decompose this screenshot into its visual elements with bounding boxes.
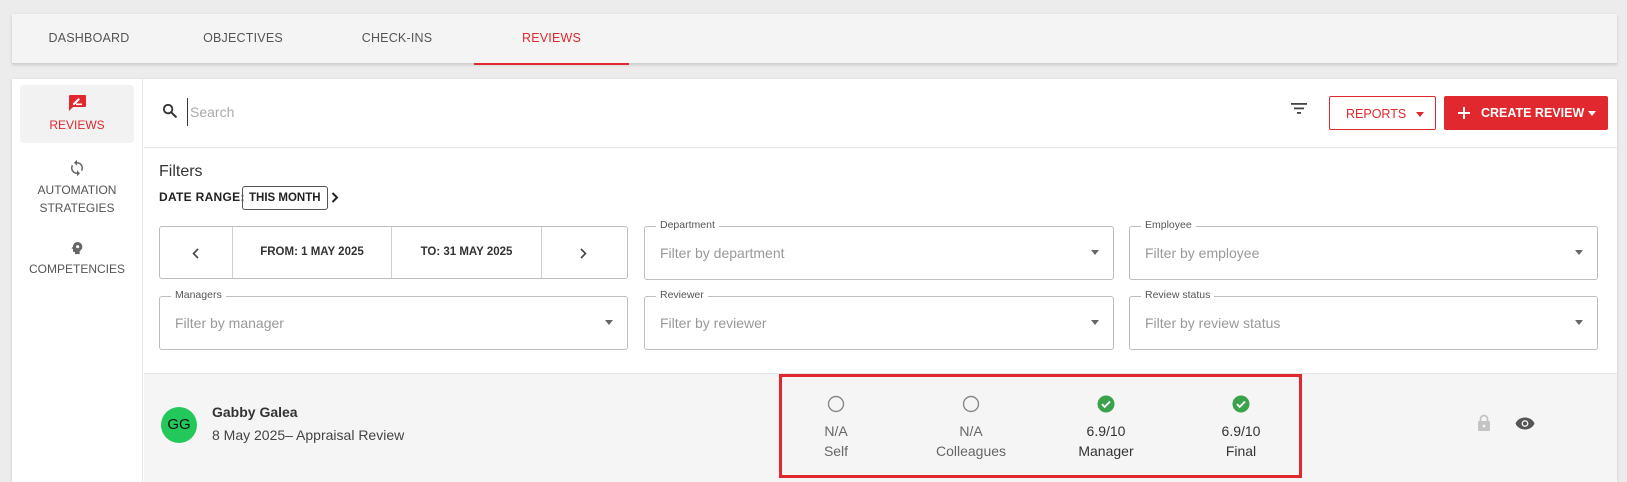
radio-unchecked-icon: [827, 395, 845, 413]
sidebar-item-competencies[interactable]: COMPETENCIES: [20, 238, 134, 282]
caret-down-icon: [1575, 320, 1583, 325]
score-final: 6.9/10 Final: [1186, 395, 1296, 461]
top-tab-bar: DASHBOARD OBJECTIVES CHECK-INS REVIEWS: [12, 14, 1617, 65]
score-label: Colleagues: [935, 443, 1007, 459]
reports-button[interactable]: REPORTS: [1329, 96, 1436, 130]
check-circle-icon: [1232, 395, 1250, 413]
reports-button-label: REPORTS: [1346, 107, 1407, 121]
review-status-placeholder: Filter by review status: [1145, 315, 1281, 331]
review-status-label: Review status: [1141, 289, 1215, 301]
chevron-right-icon: [580, 248, 587, 259]
tab-dashboard[interactable]: DASHBOARD: [12, 14, 166, 64]
previous-period-button[interactable]: [160, 227, 232, 278]
department-label: Department: [656, 219, 719, 231]
score-self: N/A Self: [781, 395, 891, 461]
managers-placeholder: Filter by manager: [175, 315, 284, 331]
next-period-button[interactable]: [542, 227, 627, 278]
avatar: GG: [161, 407, 197, 443]
search-icon: [162, 103, 177, 118]
employee-label: Employee: [1141, 219, 1196, 231]
sidebar-item-label: COMPETENCIES: [28, 262, 125, 276]
caret-down-icon: [1575, 250, 1583, 255]
sync-icon: [71, 159, 83, 177]
caret-down-icon: [1416, 112, 1424, 117]
date-range-chip[interactable]: THIS MONTH: [242, 186, 328, 210]
managers-label: Managers: [171, 289, 226, 301]
create-review-button-label: CREATE REVIEW: [1481, 106, 1585, 120]
employee-select[interactable]: Employee Filter by employee: [1129, 219, 1598, 280]
score-label: Final: [1225, 443, 1257, 459]
chevron-right-icon[interactable]: [331, 192, 339, 203]
reviewer-label: Reviewer: [656, 289, 708, 301]
caret-down-icon: [1091, 250, 1099, 255]
reviewer-select[interactable]: Reviewer Filter by reviewer: [644, 289, 1114, 350]
sidebar-item-reviews[interactable]: REVIEWS: [20, 85, 134, 143]
tab-reviews[interactable]: REVIEWS: [474, 14, 629, 65]
chevron-left-icon: [192, 248, 199, 259]
score-value: N/A: [959, 423, 983, 439]
rate-review-icon: [69, 95, 86, 111]
scores-highlight: N/A Self N/A Colleagues 6.9/10 Manager 6…: [779, 374, 1302, 478]
lock-icon: [1478, 414, 1490, 431]
filter-list-icon[interactable]: [1290, 100, 1308, 116]
filters-title: Filters: [159, 163, 203, 180]
sidebar-item-automation-strategies[interactable]: AUTOMATION STRATEGIES: [20, 157, 134, 219]
sidebar-item-label: REVIEWS: [49, 118, 105, 132]
score-label: Manager: [1078, 443, 1134, 459]
score-value: 6.9/10: [1086, 423, 1126, 439]
department-placeholder: Filter by department: [660, 245, 785, 261]
sidebar: REVIEWS AUTOMATION STRATEGIES COMPETENCI…: [12, 79, 143, 482]
score-colleagues: N/A Colleagues: [916, 395, 1026, 461]
main-content: REPORTS CREATE REVIEW Filters DATE RANGE…: [144, 79, 1617, 482]
from-date[interactable]: FROM: 1 MAY 2025: [233, 227, 391, 278]
managers-select[interactable]: Managers Filter by manager: [159, 289, 628, 350]
date-range-label: DATE RANGE:: [159, 190, 245, 204]
reviewee-name: Gabby Galea: [212, 404, 298, 420]
reviewer-placeholder: Filter by reviewer: [660, 315, 767, 331]
eye-icon[interactable]: [1515, 417, 1535, 430]
date-range-picker: FROM: 1 MAY 2025 TO: 31 MAY 2025: [159, 226, 628, 279]
caret-down-icon: [1588, 111, 1596, 116]
caret-down-icon: [1091, 320, 1099, 325]
score-manager: 6.9/10 Manager: [1051, 395, 1161, 461]
search-toolbar: REPORTS CREATE REVIEW: [144, 79, 1617, 148]
to-date[interactable]: TO: 31 MAY 2025: [392, 227, 541, 278]
tab-check-ins[interactable]: CHECK-INS: [320, 14, 474, 64]
department-select[interactable]: Department Filter by department: [644, 219, 1114, 280]
create-review-button[interactable]: CREATE REVIEW: [1444, 96, 1608, 130]
review-subtitle: 8 May 2025– Appraisal Review: [212, 427, 405, 443]
review-row[interactable]: GG Gabby Galea 8 May 2025– Appraisal Rev…: [144, 373, 1617, 482]
review-status-select[interactable]: Review status Filter by review status: [1129, 289, 1598, 350]
score-label: Self: [823, 443, 849, 459]
reviews-card: REVIEWS AUTOMATION STRATEGIES COMPETENCI…: [12, 79, 1617, 482]
radio-unchecked-icon: [962, 395, 980, 413]
score-value: 6.9/10: [1221, 423, 1261, 439]
caret-down-icon: [605, 320, 613, 325]
sidebar-item-label: AUTOMATION STRATEGIES: [37, 183, 117, 215]
check-circle-icon: [1097, 395, 1115, 413]
search-input[interactable]: [187, 98, 1087, 126]
plus-icon: [1458, 107, 1470, 119]
employee-placeholder: Filter by employee: [1145, 245, 1260, 261]
score-value: N/A: [824, 423, 848, 439]
tab-objectives[interactable]: OBJECTIVES: [166, 14, 320, 64]
head-gear-icon: [71, 242, 83, 255]
